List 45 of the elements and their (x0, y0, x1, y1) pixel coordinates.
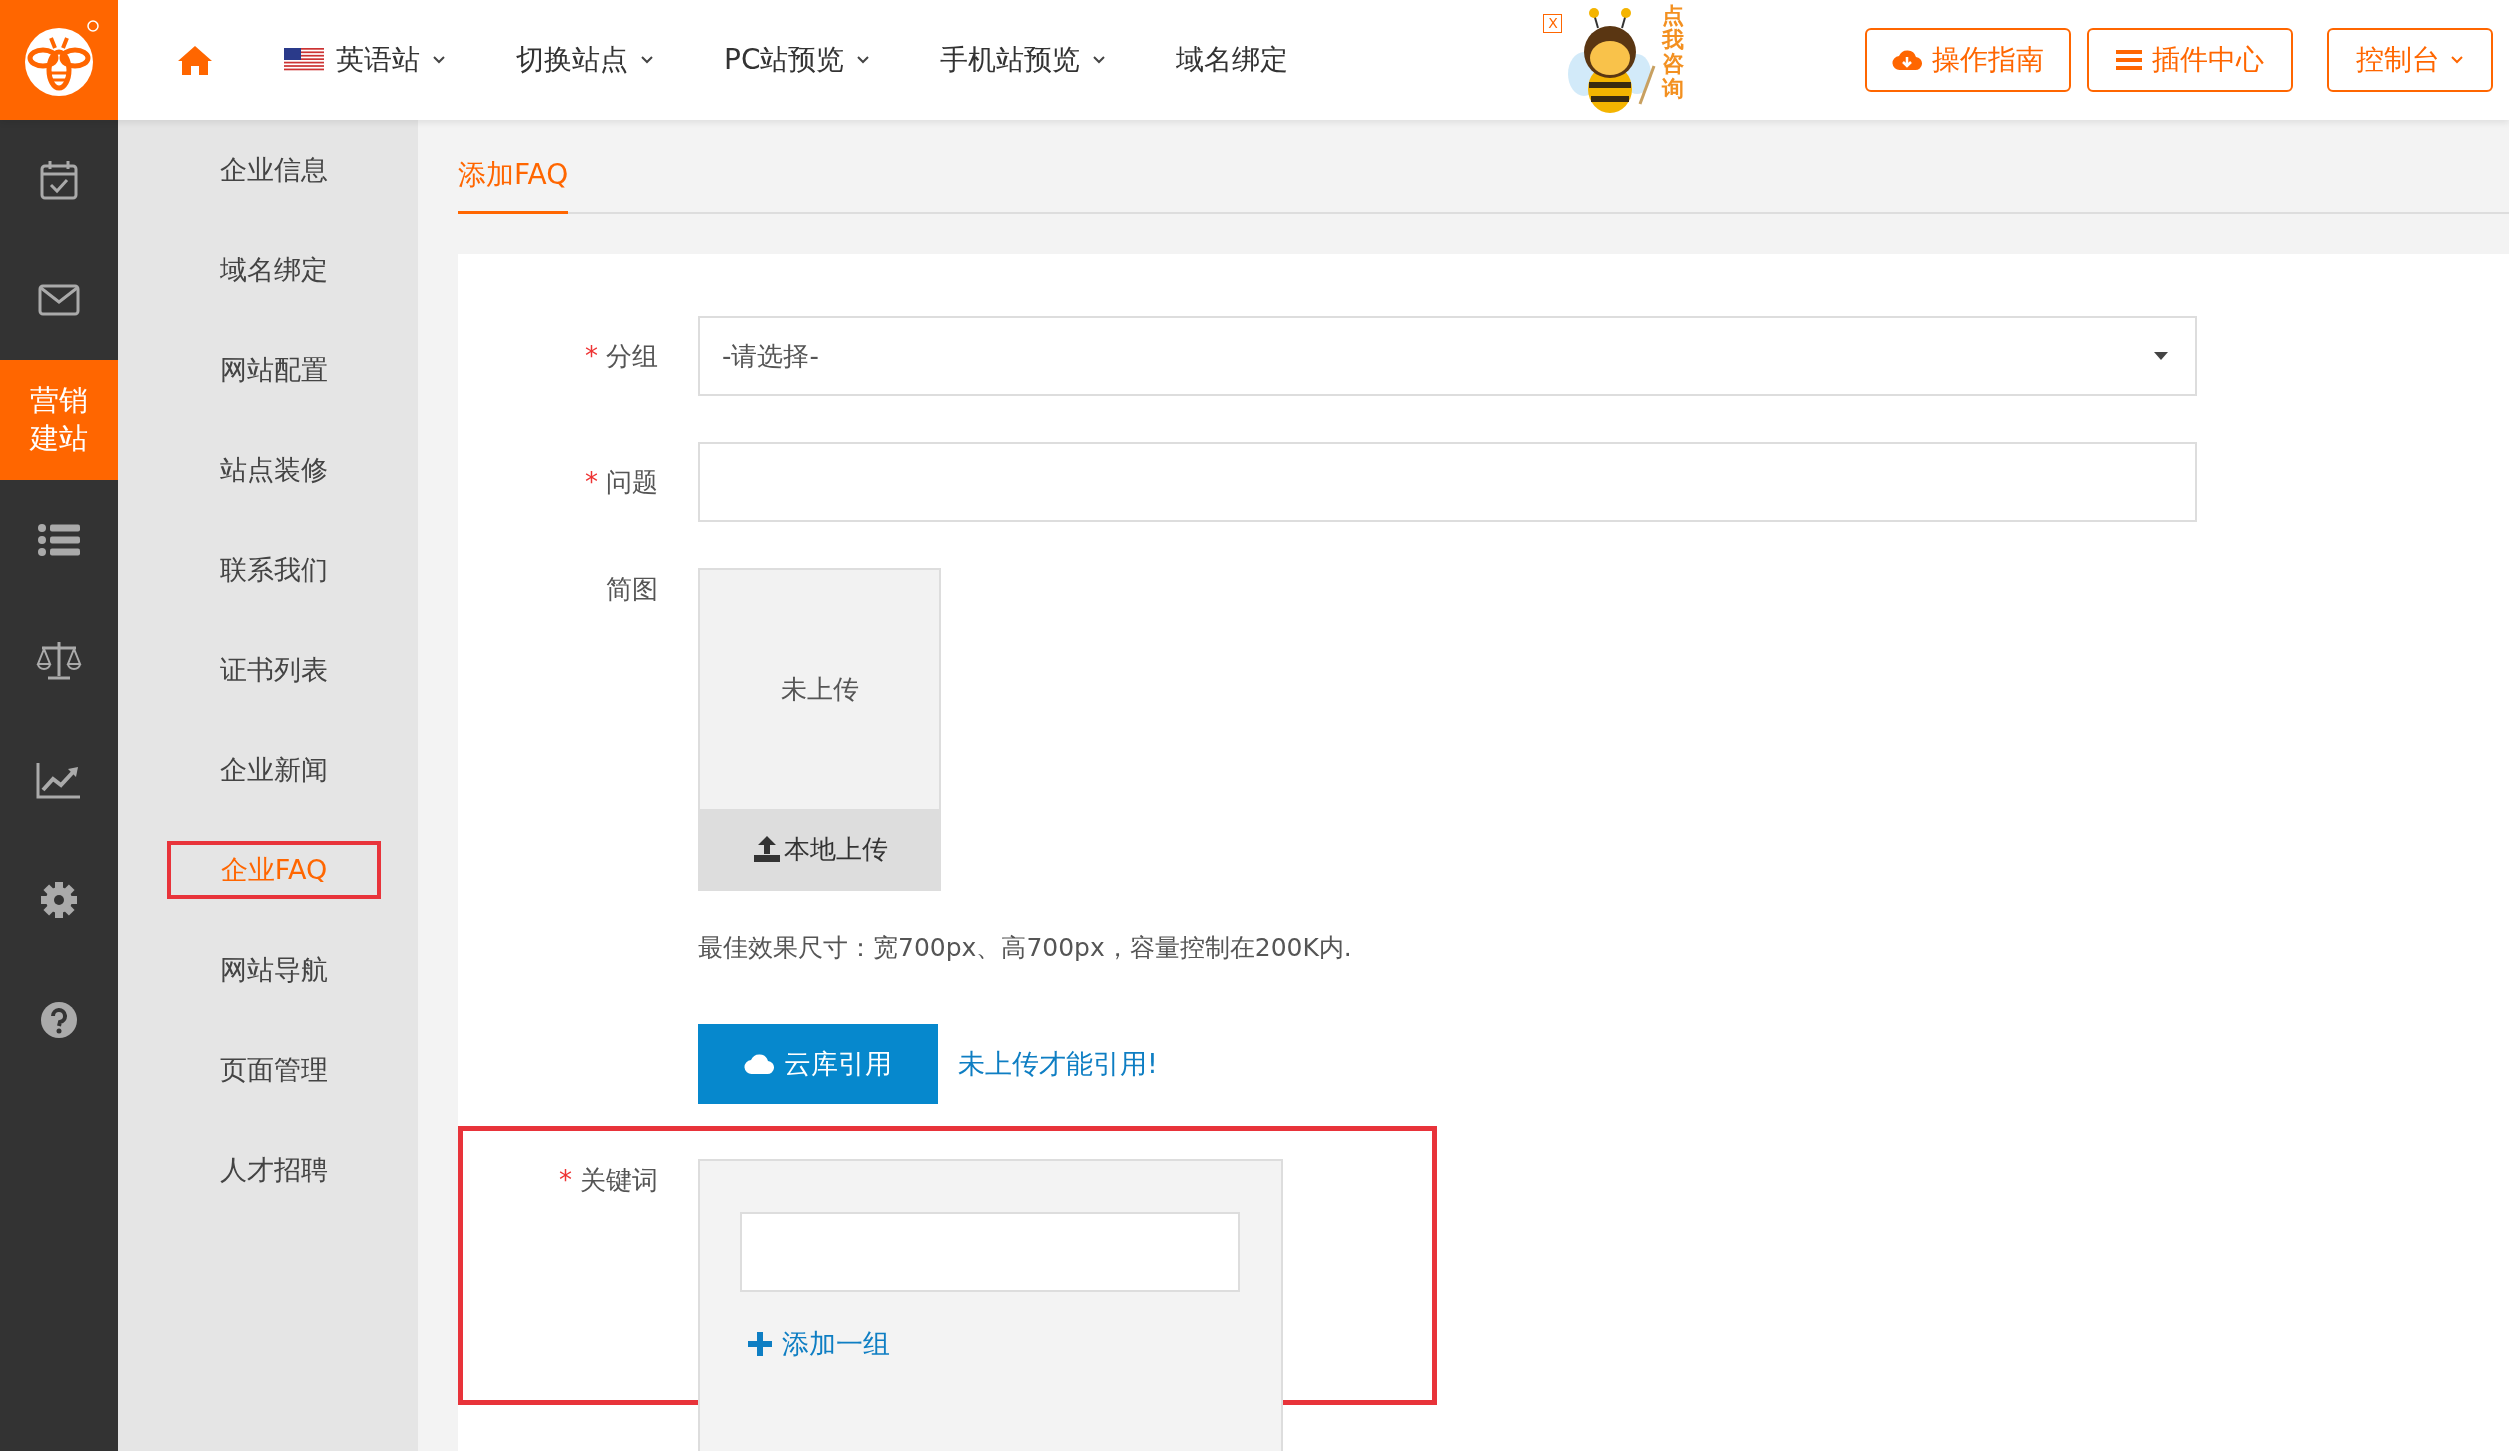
us-flag-icon (284, 48, 324, 72)
required-mark: * (559, 1165, 572, 1195)
sidebar-item[interactable]: 企业新闻 (167, 741, 381, 799)
sidebar-item[interactable]: 网站导航 (167, 941, 381, 999)
chevron-down-icon (856, 55, 871, 65)
sidebar-item[interactable]: 页面管理 (167, 1041, 381, 1099)
nav-menu-item[interactable]: 切换站点 (516, 41, 654, 79)
keyword-field[interactable] (740, 1212, 1240, 1292)
nav-menu-item[interactable]: 手机站预览 (940, 41, 1107, 79)
nav-menu-item[interactable]: 英语站 (284, 41, 446, 79)
sidebar-item[interactable]: 联系我们 (167, 541, 381, 599)
home-icon[interactable] (176, 44, 214, 76)
group-select[interactable]: -请选择- (698, 316, 2197, 396)
upload-icon (751, 836, 782, 862)
sidebar-item[interactable]: 人才招聘 (167, 1141, 381, 1199)
cloud-icon (744, 1053, 774, 1075)
sidebar-item[interactable]: 证书列表 (167, 641, 381, 699)
required-mark: * (585, 340, 598, 371)
question-field[interactable] (698, 442, 2197, 522)
field-label-text: 分组 (606, 340, 658, 371)
nav-menu-item[interactable]: PC站预览 (724, 41, 871, 79)
chevron-down-icon (640, 55, 654, 65)
field-label-text: 关键词 (580, 1165, 658, 1195)
chevron-down-icon (432, 55, 446, 65)
required-mark: * (585, 466, 598, 497)
nav-menu-item[interactable]: 域名绑定 (1176, 41, 1289, 79)
logo-icon[interactable] (0, 0, 118, 120)
hint-text: 最佳效果尺寸：宽700px、高700px，容量控制在200K内. (698, 932, 1352, 964)
plus-icon (748, 1332, 772, 1356)
sidebar-item[interactable]: 站点装修 (167, 441, 381, 499)
caret-icon (2153, 351, 2169, 361)
cloud-library-button[interactable]: 云库引用 (698, 1024, 938, 1104)
chevron-down-icon (2450, 55, 2464, 65)
chevron-down-icon (1092, 55, 1107, 65)
field-label-text: 问题 (606, 466, 658, 497)
sidebar-item[interactable]: 域名绑定 (167, 241, 381, 299)
sidebar-item[interactable]: 网站配置 (167, 341, 381, 399)
field-label: 简图 (605, 573, 659, 606)
cloud-download-icon (1892, 48, 1922, 72)
sidebar-item[interactable]: 企业信息 (167, 141, 381, 199)
cloud-note-text: 未上传才能引用! (958, 1047, 1158, 1081)
add-group-link[interactable]: 添加一组 (748, 1326, 890, 1362)
list-icon (2116, 49, 2142, 71)
upload-status: 未上传 (780, 673, 859, 706)
local-upload-button[interactable]: 本地上传 (700, 809, 939, 889)
